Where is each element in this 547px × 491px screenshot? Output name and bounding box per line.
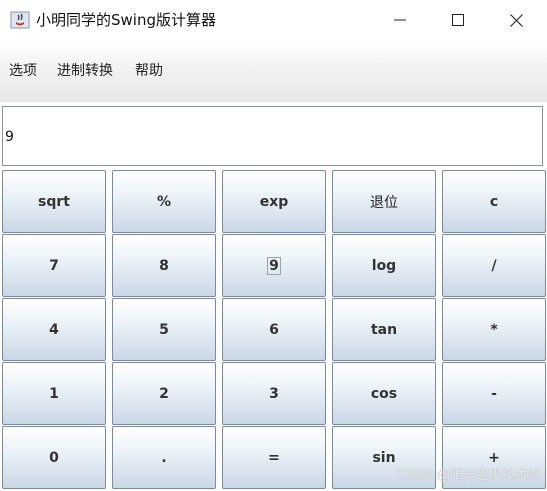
key-label: 9 [267, 256, 281, 275]
key-label: 8 [159, 257, 169, 274]
key-label: 7 [49, 257, 59, 274]
key-backspace[interactable]: 退位 [332, 170, 436, 233]
key-label: sin [372, 449, 396, 466]
key-label: 1 [49, 385, 59, 402]
key-log[interactable]: log [332, 234, 436, 297]
close-icon [509, 13, 523, 27]
key-label: 2 [159, 385, 169, 402]
key-divide[interactable]: / [442, 234, 546, 297]
key-label: . [161, 449, 167, 466]
menu-help[interactable]: 帮助 [135, 62, 163, 80]
key-0[interactable]: 0 [2, 426, 106, 489]
key-subtract[interactable]: - [442, 362, 546, 425]
key-2[interactable]: 2 [112, 362, 216, 425]
key-label: cos [370, 385, 398, 402]
title-bar[interactable]: 小明同学的Swing版计算器 [0, 0, 547, 40]
key-tan[interactable]: tan [332, 298, 436, 361]
key-label: exp [259, 193, 289, 210]
close-button[interactable] [487, 0, 545, 40]
key-6[interactable]: 6 [222, 298, 326, 361]
key-label: / [491, 257, 497, 274]
keypad: sqrt % exp 退位 c 7 8 9 log / 4 5 6 tan * … [0, 169, 547, 491]
minimize-button[interactable] [371, 0, 429, 40]
key-label: - [491, 385, 497, 402]
key-exp[interactable]: exp [222, 170, 326, 233]
key-label: c [489, 193, 499, 210]
key-label: 退位 [370, 194, 398, 211]
key-7[interactable]: 7 [2, 234, 106, 297]
calculator-display[interactable]: 9 [2, 106, 543, 166]
key-9[interactable]: 9 [222, 234, 326, 297]
key-label: 3 [269, 385, 279, 402]
key-label: sqrt [38, 193, 70, 210]
key-sqrt[interactable]: sqrt [2, 170, 106, 233]
key-percent[interactable]: % [112, 170, 216, 233]
key-label: = [268, 449, 280, 466]
key-label: * [490, 321, 498, 338]
key-clear[interactable]: c [442, 170, 546, 233]
key-label: tan [370, 321, 398, 338]
key-label: 6 [269, 321, 279, 338]
key-multiply[interactable]: * [442, 298, 546, 361]
maximize-button[interactable] [429, 0, 487, 40]
menu-base-conversion[interactable]: 进制转换 [57, 62, 113, 80]
key-8[interactable]: 8 [112, 234, 216, 297]
key-label: % [156, 193, 172, 210]
key-3[interactable]: 3 [222, 362, 326, 425]
java-cup-icon [10, 11, 30, 29]
key-label: log [371, 257, 397, 274]
menu-bar: 选项 进制转换 帮助 [0, 40, 547, 102]
window-title: 小明同学的Swing版计算器 [36, 11, 216, 29]
display-value: 9 [5, 129, 14, 145]
key-4[interactable]: 4 [2, 298, 106, 361]
key-label: 5 [159, 321, 169, 338]
menu-options[interactable]: 选项 [9, 62, 37, 80]
key-label: 0 [49, 449, 59, 466]
key-5[interactable]: 5 [112, 298, 216, 361]
key-label: 4 [49, 321, 59, 338]
key-equals[interactable]: = [222, 426, 326, 489]
maximize-icon [452, 14, 464, 26]
watermark: CSDN @阳光宅男技术站 [395, 468, 541, 483]
key-1[interactable]: 1 [2, 362, 106, 425]
minimize-icon [394, 19, 406, 21]
key-decimal[interactable]: . [112, 426, 216, 489]
key-cos[interactable]: cos [332, 362, 436, 425]
